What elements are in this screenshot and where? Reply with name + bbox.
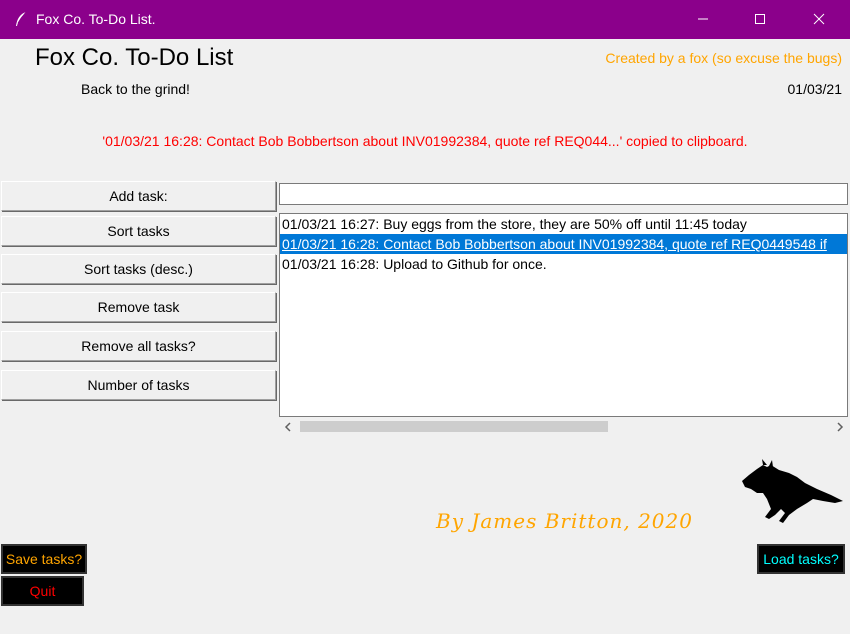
remove-all-tasks-button[interactable]: Remove all tasks? bbox=[1, 331, 276, 361]
horizontal-scrollbar[interactable] bbox=[279, 418, 848, 435]
maximize-icon bbox=[754, 12, 766, 28]
load-tasks-button[interactable]: Load tasks? bbox=[757, 544, 845, 574]
maximize-button[interactable] bbox=[737, 0, 783, 39]
task-item-selected[interactable]: 01/03/21 16:28: Contact Bob Bobbertson a… bbox=[280, 234, 847, 254]
app-title: Fox Co. To-Do List bbox=[35, 44, 234, 71]
task-list[interactable]: 01/03/21 16:27: Buy eggs from the store,… bbox=[279, 213, 848, 417]
remove-task-button[interactable]: Remove task bbox=[1, 292, 276, 322]
close-icon bbox=[813, 12, 825, 28]
minimize-icon bbox=[697, 12, 709, 28]
task-input[interactable] bbox=[279, 183, 848, 205]
save-tasks-button[interactable]: Save tasks? bbox=[1, 544, 87, 574]
credit-text: Created by a fox (so excuse the bugs) bbox=[605, 50, 842, 66]
sort-tasks-desc-button[interactable]: Sort tasks (desc.) bbox=[1, 254, 276, 284]
number-of-tasks-button[interactable]: Number of tasks bbox=[1, 370, 276, 400]
author-credit: By James Britton, 2020 bbox=[436, 509, 693, 533]
current-date: 01/03/21 bbox=[787, 81, 843, 97]
task-item[interactable]: 01/03/21 16:27: Buy eggs from the store,… bbox=[280, 214, 847, 234]
minimize-button[interactable] bbox=[680, 0, 726, 39]
scrollbar-thumb[interactable] bbox=[300, 421, 608, 432]
sort-tasks-button[interactable]: Sort tasks bbox=[1, 216, 276, 246]
status-message: '01/03/21 16:28: Contact Bob Bobbertson … bbox=[102, 133, 748, 149]
scroll-left-icon[interactable] bbox=[279, 418, 296, 435]
add-task-button[interactable]: Add task: bbox=[1, 181, 276, 211]
scroll-right-icon[interactable] bbox=[831, 418, 848, 435]
fox-mascot-image bbox=[739, 437, 849, 537]
tagline: Back to the grind! bbox=[81, 81, 190, 97]
quit-button[interactable]: Quit bbox=[1, 576, 84, 606]
feather-icon bbox=[14, 11, 28, 27]
close-button[interactable] bbox=[796, 0, 842, 39]
title-bar: Fox Co. To-Do List. bbox=[0, 0, 850, 39]
task-item[interactable]: 01/03/21 16:28: Upload to Github for onc… bbox=[280, 254, 847, 274]
window-title: Fox Co. To-Do List. bbox=[36, 11, 156, 27]
